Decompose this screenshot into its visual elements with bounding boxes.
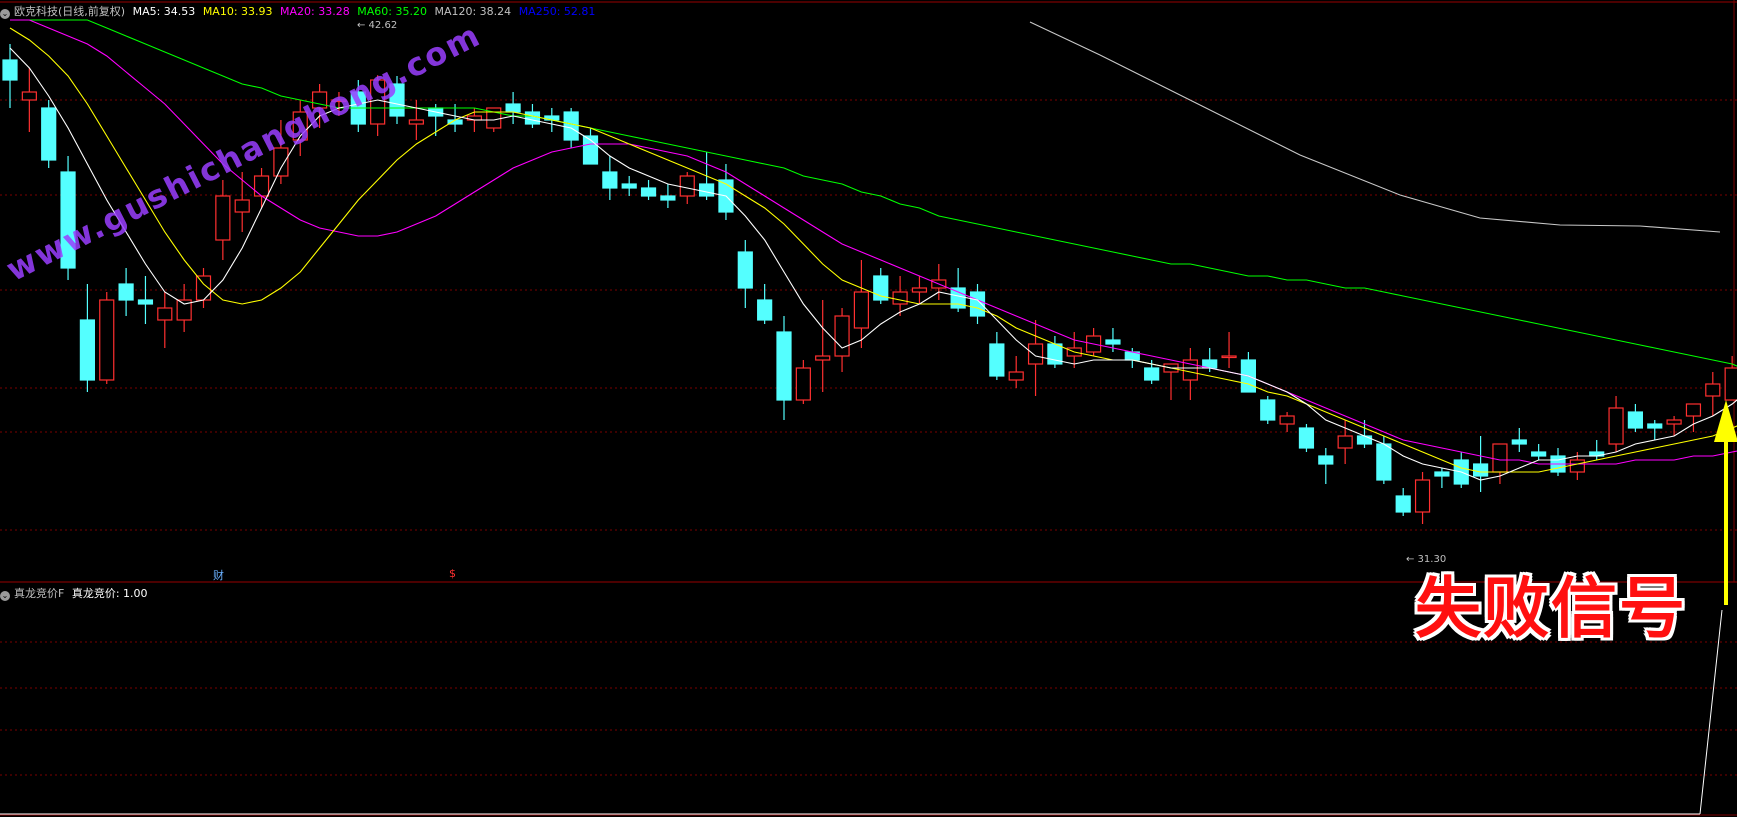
candle-body: [563, 111, 579, 141]
indicator-line: [1699, 609, 1723, 815]
candle-body: [1279, 415, 1295, 425]
ma120-legend: MA120: 38.24: [434, 5, 512, 18]
candle-body: [1627, 411, 1644, 429]
candle-body: [99, 299, 115, 381]
candle-body: [1144, 367, 1160, 381]
ma10-line: [9, 27, 1737, 473]
ma120-line: [1029, 21, 1721, 233]
main-legend: ⌄ 欧克科技(日线,前复权) MA5: 34.53 MA10: 33.93 MA2…: [0, 3, 599, 19]
candle-body: [1298, 427, 1315, 449]
candle-body: [1434, 471, 1450, 477]
candle-body: [1531, 451, 1547, 457]
candle-body: [853, 291, 870, 329]
indicator-name: 真龙竞价F: [14, 587, 65, 600]
candle-body: [892, 291, 908, 305]
candle-body: [1318, 455, 1334, 465]
candle-body: [79, 319, 96, 381]
ma10-legend: MA10: 33.93: [202, 5, 273, 18]
candle-body: [640, 187, 657, 197]
candle-body: [989, 343, 1005, 377]
candle-body: [776, 331, 792, 401]
candle-body: [1472, 463, 1489, 477]
ma5-line: [9, 47, 1737, 481]
candle-body: [1008, 371, 1024, 381]
collapse-icon[interactable]: ⌄: [0, 591, 10, 601]
candle-body: [1511, 439, 1527, 445]
candle-body: [834, 315, 850, 357]
candle-body: [602, 171, 618, 189]
candle-body: [1105, 339, 1121, 345]
candle-body: [215, 195, 231, 241]
candle-body: [1395, 495, 1411, 513]
candle-body: [757, 299, 773, 321]
candle-body: [118, 283, 134, 301]
stock-title: 欧克科技(日线,前复权): [14, 5, 126, 18]
ma5-legend: MA5: 34.53: [132, 5, 196, 18]
candle-body: [1666, 419, 1682, 425]
candle-body: [1260, 399, 1276, 421]
candle-body: [660, 195, 676, 201]
candle-body: [505, 103, 521, 113]
candle-body: [795, 367, 811, 401]
candle-body: [253, 175, 270, 197]
candle-body: [679, 175, 695, 197]
dividend-marker[interactable]: $: [449, 567, 456, 580]
candle-body: [1356, 435, 1373, 445]
candle-body: [137, 299, 154, 305]
moving-average-lines: [9, 19, 1737, 481]
candle-body: [1685, 403, 1702, 417]
fail-signal-annotation: 失败信号: [1415, 570, 1687, 647]
candles[interactable]: [2, 44, 1737, 524]
ma250-legend: MA250: 52.81: [518, 5, 596, 18]
candle-body: [1414, 479, 1431, 513]
finance-marker[interactable]: 财: [213, 567, 224, 583]
candle-body: [698, 183, 715, 197]
candle-body: [969, 291, 986, 317]
candle-body: [911, 287, 928, 293]
candle-body: [2, 59, 18, 81]
ma120-curve: [1029, 21, 1721, 233]
candle-body: [1569, 459, 1585, 473]
candle-body: [1724, 367, 1737, 401]
candle-body: [1647, 423, 1663, 429]
candle-body: [1492, 443, 1508, 473]
ma60-legend: MA60: 35.20: [357, 5, 427, 18]
candle-body: [408, 119, 424, 125]
indicator-value: 真龙竞价: 1.00: [71, 587, 148, 600]
candle-body: [524, 111, 541, 125]
candle-body: [157, 307, 173, 321]
candle-body: [737, 251, 753, 289]
collapse-icon[interactable]: ⌄: [0, 9, 10, 19]
indicator-legend: ⌄ 真龙竞价F 真龙竞价: 1.00: [0, 585, 152, 601]
ma20-line: [10, 19, 1737, 465]
candle-body: [1027, 343, 1044, 365]
candle-body: [1608, 407, 1624, 445]
ma20-legend: MA20: 33.28: [280, 5, 350, 18]
candle-body: [234, 199, 250, 213]
high-price-label: ← 42.62: [357, 20, 398, 31]
candle-body: [621, 183, 637, 189]
candle-body: [1337, 435, 1353, 449]
candle-body: [41, 107, 57, 161]
candle-body: [21, 91, 37, 101]
candle-body: [815, 355, 831, 361]
candle-body: [1221, 355, 1237, 359]
candle-body: [1376, 443, 1392, 481]
candle-body: [1705, 383, 1721, 397]
